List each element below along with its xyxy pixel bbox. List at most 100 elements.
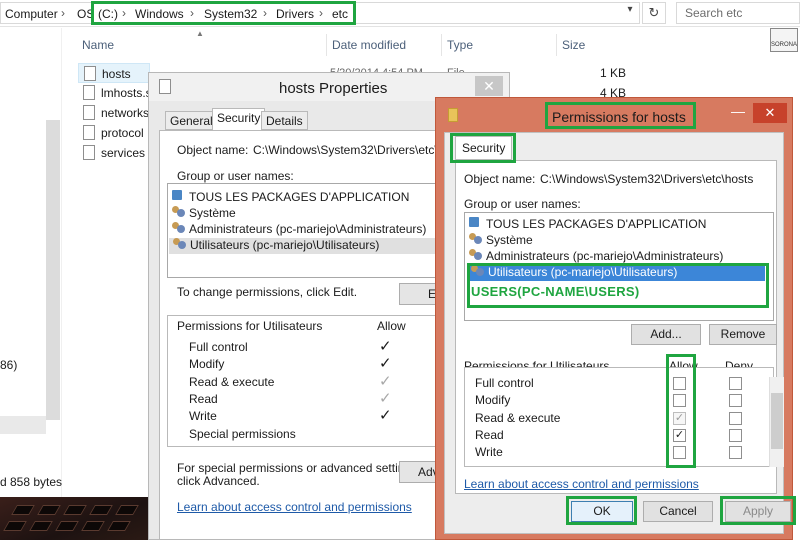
file-row-services[interactable]: services <box>78 143 150 163</box>
change-hint: To change permissions, click Edit. <box>177 285 358 299</box>
refresh-button[interactable]: ↻ <box>642 2 666 24</box>
check-icon: ✓ <box>379 338 392 355</box>
deny-checkbox[interactable] <box>729 429 742 442</box>
users-icon <box>469 233 483 245</box>
deny-checkbox[interactable] <box>729 446 742 459</box>
highlight-box-apply <box>720 496 796 525</box>
object-name-label: Object name: <box>177 143 249 157</box>
file-icon <box>84 66 96 81</box>
permission-name: Read <box>475 428 504 442</box>
file-row-hosts[interactable]: hosts <box>78 63 150 83</box>
highlight-box-ok <box>566 496 637 525</box>
permission-name: Special permissions <box>189 427 296 441</box>
file-icon <box>83 105 95 120</box>
list-item[interactable]: Système <box>172 206 236 222</box>
deny-checkbox[interactable] <box>729 412 742 425</box>
close-button[interactable]: ✕ <box>475 76 503 96</box>
highlight-box-tab <box>450 133 516 163</box>
list-item[interactable]: TOUS LES PACKAGES D'APPLICATION <box>469 217 706 231</box>
column-divider[interactable] <box>441 34 442 56</box>
list-item[interactable]: Administrateurs (pc-mariejo\Administrate… <box>172 222 426 238</box>
refresh-icon: ↻ <box>648 5 660 20</box>
learn-link[interactable]: Learn about access control and permissio… <box>464 477 699 491</box>
permissions-titlebar[interactable]: Permissions for hosts — ✕ <box>436 98 792 132</box>
tab-security[interactable]: Security <box>212 108 266 131</box>
close-icon: ✕ <box>483 78 495 94</box>
permission-name: Modify <box>475 393 511 407</box>
highlight-box-allow <box>666 354 696 468</box>
package-icon <box>469 217 483 229</box>
keyboard-photo <box>0 497 150 540</box>
search-input[interactable]: Search etc <box>676 2 800 24</box>
permission-name: Full control <box>475 376 534 390</box>
column-divider[interactable] <box>556 34 557 56</box>
scrollbar-thumb[interactable] <box>771 393 783 449</box>
file-icon <box>83 125 95 140</box>
deny-checkbox[interactable] <box>729 394 742 407</box>
group-label: Group or user names: <box>177 169 294 183</box>
column-header-name[interactable]: Name <box>82 38 114 52</box>
file-row-lmhosts[interactable]: lmhosts.s <box>78 83 152 103</box>
permission-name: Write <box>189 409 217 423</box>
user-list[interactable]: TOUS LES PACKAGES D'APPLICATION Système … <box>464 212 774 321</box>
check-icon: ✓ <box>379 390 392 407</box>
minimize-icon: — <box>731 103 745 119</box>
group-label: Group or user names: <box>464 197 581 211</box>
file-size: 1 KB <box>599 66 626 80</box>
list-item[interactable]: TOUS LES PACKAGES D'APPLICATION <box>172 190 409 206</box>
permission-name: Read & execute <box>475 411 561 425</box>
permissions-list: Full control Modify Read & execute Read … <box>464 367 774 467</box>
file-row-networks[interactable]: networks <box>78 103 150 123</box>
nav-item-fragment[interactable]: 86) <box>0 358 17 372</box>
check-icon: ✓ <box>379 373 392 390</box>
file-name: lmhosts.s <box>101 86 152 100</box>
add-button[interactable]: Add... <box>631 324 701 345</box>
close-icon: ✕ <box>764 105 776 120</box>
tab-general[interactable]: General <box>165 111 218 130</box>
object-name-value: C:\Windows\System32\Drivers\etc\hosts <box>540 172 754 186</box>
permissions-title: Permissions for hosts <box>552 109 686 125</box>
address-bar: Computer › OS (C:) › Windows › System32 … <box>0 0 800 27</box>
tab-details[interactable]: Details <box>261 111 308 130</box>
breadcrumb-computer[interactable]: Computer <box>5 7 58 21</box>
status-bar-text: d 858 bytes <box>0 475 63 489</box>
permissions-body: Security Object name: C:\Windows\System3… <box>444 132 796 534</box>
permissions-scrollbar[interactable] <box>769 377 784 467</box>
check-icon: ✓ <box>379 355 392 372</box>
permissions-dialog: Permissions for hosts — ✕ Security Objec… <box>435 97 796 540</box>
chevron-down-icon[interactable]: ▾ <box>622 4 638 20</box>
allow-header: Allow <box>377 319 406 333</box>
users-icon <box>469 249 483 261</box>
object-name-label: Object name: <box>464 172 536 186</box>
column-header-size[interactable]: Size <box>562 38 585 52</box>
close-button[interactable]: ✕ <box>753 103 787 123</box>
nav-scrollbar[interactable] <box>46 120 60 420</box>
sort-up-icon: ▲ <box>196 29 204 38</box>
remove-button[interactable]: Remove <box>709 324 777 345</box>
properties-title: hosts Properties <box>279 80 388 97</box>
nav-item-selected[interactable] <box>0 416 46 434</box>
annotation-label: USERS(PC-NAME\USERS) <box>471 284 640 299</box>
list-item[interactable]: Système <box>469 233 533 247</box>
file-icon <box>83 145 95 160</box>
minimize-button[interactable]: — <box>726 103 750 123</box>
permissions-header: Permissions for Utilisateurs <box>177 319 323 333</box>
watermark-logo: SORONA <box>770 28 798 52</box>
list-item[interactable]: Administrateurs (pc-mariejo\Administrate… <box>469 249 723 263</box>
deny-checkbox[interactable] <box>729 377 742 390</box>
file-row-protocol[interactable]: protocol <box>78 123 150 143</box>
permission-name: Full control <box>189 340 248 354</box>
users-icon <box>172 222 186 234</box>
learn-link[interactable]: Learn about access control and permissio… <box>177 500 412 514</box>
cancel-button[interactable]: Cancel <box>643 501 713 522</box>
chevron-right-icon[interactable]: › <box>61 6 65 20</box>
file-name: networks <box>101 106 150 120</box>
column-header-type[interactable]: Type <box>447 38 473 52</box>
package-icon <box>172 190 186 202</box>
column-divider[interactable] <box>326 34 327 56</box>
permission-name: Modify <box>189 357 225 371</box>
special-hint: For special permissions or advanced sett… <box>177 461 421 475</box>
file-name: protocol <box>101 126 144 140</box>
document-icon <box>159 79 171 94</box>
column-header-date[interactable]: Date modified <box>332 38 406 52</box>
